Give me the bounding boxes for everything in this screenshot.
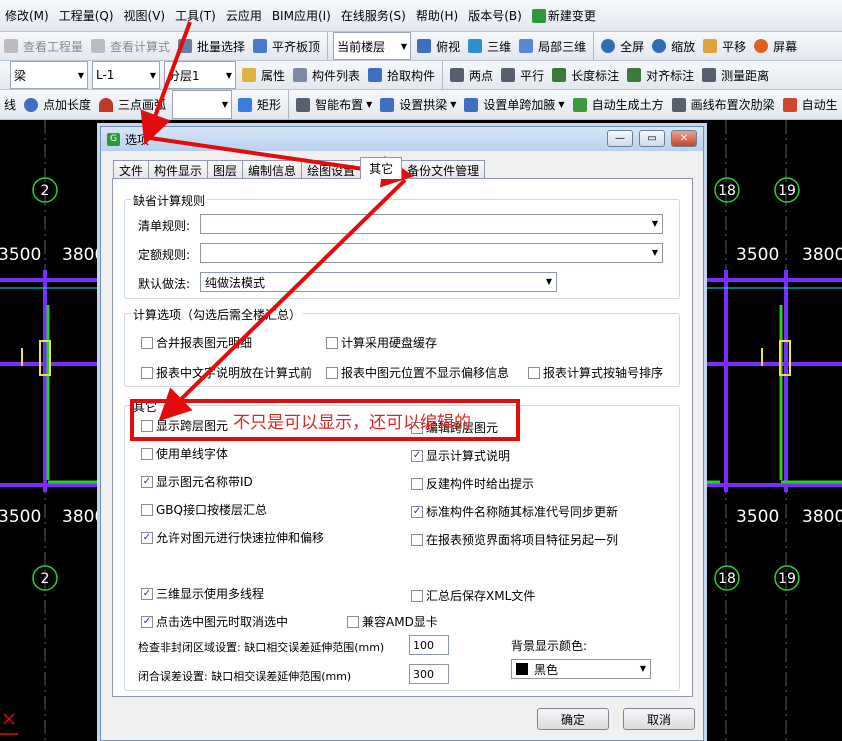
tab-other[interactable]: 其它	[360, 157, 403, 179]
arrow-line	[140, 21, 192, 146]
arrow-line	[158, 178, 407, 422]
annotation-arrows	[140, 21, 414, 422]
